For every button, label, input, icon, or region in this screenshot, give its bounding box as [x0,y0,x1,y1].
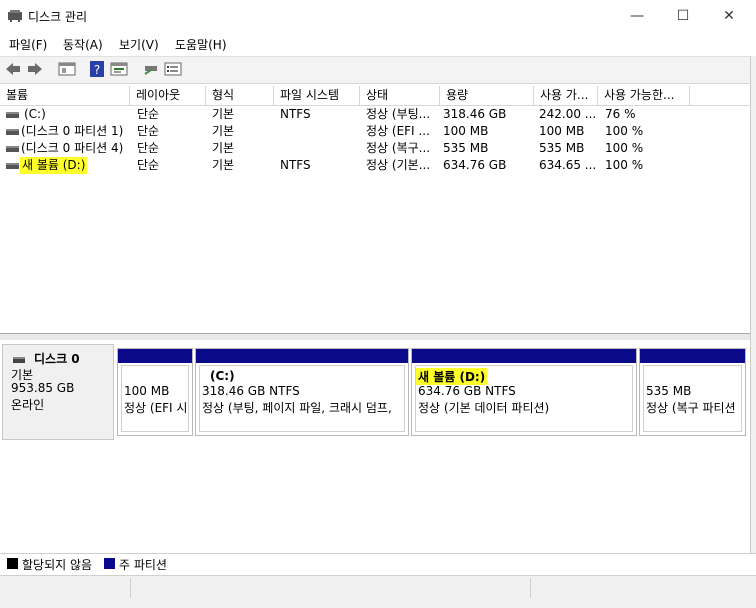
row-volume: (디스크 0 파티션 4) [21,141,124,155]
partition-title: 새 볼륨 (D:) [416,368,488,385]
close-button[interactable]: ✕ [706,0,752,32]
legend-primary: 주 파티션 [119,558,167,572]
table-row[interactable]: (디스크 0 파티션 4) 단순 기본 정상 (복구... 535 MB 535… [0,140,740,157]
disk-icon [13,353,25,363]
status-divider [530,578,531,598]
column-free-space[interactable]: 사용 가... [534,86,598,105]
row-percent: 100 % [605,141,644,155]
drive-icon [6,163,19,169]
partition-c[interactable]: (C:) 318.46 GB NTFS 정상 (부팅, 페이지 파일, 크래시 … [195,348,409,436]
connect-icon[interactable] [142,60,160,78]
partition-size: 535 MB [646,384,692,398]
title-bar: 디스크 관리 — ☐ ✕ [0,0,756,32]
row-type: 기본 [212,141,235,155]
row-fs: NTFS [280,158,311,172]
column-capacity[interactable]: 용량 [440,86,534,105]
table-row[interactable]: (C:) 단순 기본 NTFS 정상 (부팅... 318.46 GB 242.… [0,106,740,123]
menu-view[interactable]: 보기(V) [119,36,159,53]
row-status: 정상 (기본... [366,158,431,172]
vertical-scrollbar[interactable] [750,56,756,576]
column-percent-free[interactable]: 사용 가능한... [598,86,690,105]
properties-icon[interactable] [110,60,128,78]
row-layout: 단순 [137,124,160,138]
minimize-button[interactable]: — [614,0,660,32]
table-row[interactable]: (디스크 0 파티션 1) 단순 기본 정상 (EFI ... 100 MB 1… [0,123,740,140]
row-status: 정상 (복구... [366,141,431,155]
partition-title: (C:) [210,369,235,383]
partition-bar [118,349,192,363]
partition-status: 정상 (부팅, 페이지 파일, 크래시 덤프, [202,401,392,415]
partition-size: 100 MB [124,384,170,398]
disk-info-panel[interactable]: 디스크 0 기본 953.85 GB 온라인 [2,344,114,440]
row-percent: 100 % [605,124,644,138]
status-divider [130,578,131,598]
row-fs: NTFS [280,107,311,121]
legend-unallocated: 할당되지 않음 [22,558,93,572]
partition-d[interactable]: 새 볼륨 (D:) 634.76 GB NTFS 정상 (기본 데이터 파티션) [411,348,637,436]
back-icon[interactable] [4,60,22,78]
column-layout[interactable]: 레이아웃 [130,86,206,105]
column-status[interactable]: 상태 [360,86,440,105]
partition-recovery[interactable]: 535 MB 정상 (복구 파티션 [639,348,746,436]
drive-icon [6,146,19,152]
disk-size: 953.85 GB [11,381,75,395]
column-type[interactable]: 형식 [206,86,274,105]
disk-management-icon [8,10,22,22]
row-volume: (C:) [24,107,46,121]
status-bar [0,575,756,608]
menu-action[interactable]: 동작(A) [63,36,103,53]
column-volume[interactable]: 볼륨 [0,86,130,105]
row-free: 634.65 ... [539,158,597,172]
partition-bar [412,349,636,363]
drive-icon [6,112,19,118]
row-volume: (디스크 0 파티션 1) [21,124,124,138]
row-free: 100 MB [539,124,585,138]
row-percent: 76 % [605,107,636,121]
partition-size: 318.46 GB NTFS [202,384,300,398]
window-title: 디스크 관리 [28,10,88,24]
row-type: 기본 [212,124,235,138]
row-percent: 100 % [605,158,644,172]
row-capacity: 100 MB [443,124,489,138]
row-capacity: 318.46 GB [443,107,507,121]
view-icon[interactable] [58,60,76,78]
column-filesystem[interactable]: 파일 시스템 [274,86,360,105]
row-type: 기본 [212,107,235,121]
row-capacity: 535 MB [443,141,489,155]
unallocated-swatch [7,558,18,569]
row-status: 정상 (부팅... [366,107,431,121]
row-status: 정상 (EFI ... [366,124,430,138]
table-row[interactable]: 새 볼륨 (D:) 단순 기본 NTFS 정상 (기본... 634.76 GB… [0,157,740,174]
forward-icon[interactable] [26,60,44,78]
partition-status: 정상 (기본 데이터 파티션) [418,401,550,415]
row-free: 535 MB [539,141,585,155]
partition-efi[interactable]: 100 MB 정상 (EFI 시 [117,348,193,436]
row-layout: 단순 [137,158,160,172]
partition-bar [640,349,745,363]
primary-swatch [104,558,115,569]
disk-name: 디스크 0 [34,352,80,366]
partition-size: 634.76 GB NTFS [418,384,516,398]
menu-file[interactable]: 파일(F) [9,36,47,53]
help-icon[interactable]: ? [88,60,106,78]
partition-bar [196,349,408,363]
menu-help[interactable]: 도움말(H) [175,36,227,53]
row-layout: 단순 [137,141,160,155]
row-capacity: 634.76 GB [443,158,507,172]
partition-status: 정상 (EFI 시 [124,401,188,415]
row-volume: 새 볼륨 (D:) [20,157,88,174]
drive-icon [6,129,19,135]
list-icon[interactable] [164,60,182,78]
disk-state: 온라인 [11,398,45,412]
row-type: 기본 [212,158,235,172]
menu-bar [0,32,756,54]
partition-status: 정상 (복구 파티션 [646,401,736,415]
svg-text:?: ? [94,63,100,77]
row-free: 242.00 ... [539,107,597,121]
row-layout: 단순 [137,107,160,121]
maximize-button[interactable]: ☐ [660,0,706,32]
